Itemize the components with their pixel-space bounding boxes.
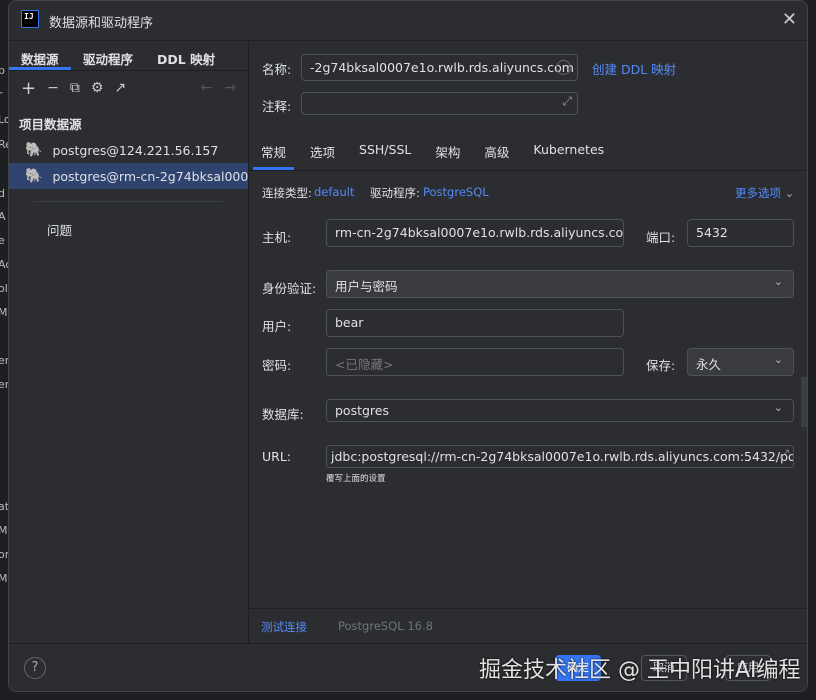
tab-schemas[interactable]: 架构: [423, 133, 472, 170]
chevron-down-icon: ⌄: [784, 186, 795, 200]
tab-kubernetes[interactable]: Kubernetes: [521, 133, 616, 170]
port-label: 端口:: [646, 230, 676, 245]
dialog-button-bar: ? 确定 取消 应用 掘金技术社区 @ 王中阳讲AI编程: [9, 643, 807, 691]
tab-options[interactable]: 选项: [298, 133, 347, 170]
postgresql-elephant-icon: 🐘: [25, 142, 43, 158]
close-icon[interactable]: ✕: [782, 9, 797, 30]
comment-input[interactable]: ⤢: [301, 92, 578, 115]
tab-advanced[interactable]: 高级: [472, 133, 521, 170]
export-icon[interactable]: ↗: [114, 80, 126, 96]
datasource-label: postgres@rm-cn-2g74bksal0007e1o: [52, 168, 248, 184]
auth-select[interactable]: 用户与密码 ⌄: [326, 270, 794, 298]
more-options-link[interactable]: 更多选项 ⌄: [735, 185, 794, 201]
comment-label: 注释:: [262, 99, 292, 114]
database-select[interactable]: postgres ⌄: [326, 399, 794, 422]
name-input[interactable]: -2g74bksal0007e1o.rwlb.rds.aliyuncs.com: [301, 54, 578, 81]
forward-arrow-icon[interactable]: →: [224, 80, 236, 96]
issues-item[interactable]: 问题: [9, 202, 248, 239]
password-input[interactable]: <已隐藏>: [326, 348, 624, 376]
save-select[interactable]: 永久 ⌄: [687, 348, 794, 376]
port-input[interactable]: 5432: [687, 219, 794, 247]
intellij-logo-icon: IJ: [21, 10, 39, 28]
host-input[interactable]: rm-cn-2g74bksal0007e1o.rwlb.rds.aliyuncs…: [326, 219, 624, 247]
create-ddl-mapping-link[interactable]: 创建 DDL 映射: [592, 59, 676, 78]
auth-value: 用户与密码: [335, 279, 398, 294]
right-footer: 测试连接 PostgreSQL 16.8: [249, 608, 807, 643]
scrollbar[interactable]: [801, 377, 807, 427]
gear-icon[interactable]: ⚙: [91, 80, 104, 96]
postgresql-elephant-icon: 🐘: [25, 168, 43, 184]
save-value: 永久: [696, 357, 722, 372]
connection-type-label: 连接类型:: [262, 186, 312, 200]
dialog-title: 数据源和驱动程序: [49, 16, 154, 31]
bg-fragment: b: [0, 64, 5, 77]
datasource-item-selected[interactable]: 🐘 postgres@rm-cn-2g74bksal0007e1o: [9, 163, 248, 189]
connection-type-link[interactable]: default: [314, 185, 354, 199]
server-version: PostgreSQL 16.8: [338, 619, 433, 633]
chevron-down-icon: ⌄: [773, 401, 783, 414]
driver-link[interactable]: PostgreSQL: [423, 185, 489, 199]
datasource-item[interactable]: 🐘 postgres@124.221.56.157: [9, 137, 248, 163]
datasource-label: postgres@124.221.56.157: [52, 142, 219, 158]
ok-button[interactable]: 确定: [555, 655, 601, 681]
password-label: 密码:: [262, 358, 292, 373]
data-sources-dialog: IJ 数据源和驱动程序 ✕ 数据源 驱动程序 DDL 映射 + − ⧉ ⚙ ↗ …: [8, 0, 808, 692]
driver-label: 驱动程序:: [370, 186, 420, 200]
color-circle-icon[interactable]: [556, 60, 571, 75]
database-value: postgres: [335, 403, 389, 418]
chevron-down-icon: ⌄: [773, 275, 783, 288]
url-value: jdbc:postgresql://rm-cn-2g74bksal0007e1o…: [331, 449, 794, 464]
user-input[interactable]: bear: [326, 309, 624, 337]
tab-drivers[interactable]: 驱动程序: [71, 41, 145, 70]
left-toolbar: + − ⧉ ⚙ ↗ ← →: [9, 71, 248, 105]
url-input[interactable]: jdbc:postgresql://rm-cn-2g74bksal0007e1o…: [326, 445, 794, 468]
remove-icon[interactable]: −: [47, 80, 59, 96]
bg-fragment: e: [0, 234, 5, 247]
user-label: 用户:: [262, 319, 292, 334]
host-label: 主机:: [262, 230, 292, 245]
expand-icon[interactable]: ⤢: [779, 447, 789, 462]
right-panel: 名称: -2g74bksal0007e1o.rwlb.rds.aliyuncs.…: [249, 41, 807, 643]
tab-general[interactable]: 常规: [249, 133, 298, 170]
name-value: -2g74bksal0007e1o.rwlb.rds.aliyuncs.com: [310, 60, 574, 75]
cancel-button[interactable]: 取消: [641, 655, 687, 681]
settings-tabs: 常规 选项 SSH/SSL 架构 高级 Kubernetes: [249, 133, 807, 171]
bg-fragment: M: [0, 572, 8, 585]
bg-fragment: ol: [0, 282, 8, 295]
title-bar: IJ 数据源和驱动程序 ✕: [9, 1, 807, 41]
tab-data-sources[interactable]: 数据源: [9, 41, 71, 70]
left-tabs: 数据源 驱动程序 DDL 映射: [9, 41, 248, 71]
auth-label: 身份验证:: [262, 281, 317, 296]
bg-fragment: r: [0, 88, 3, 101]
more-options-text: 更多选项: [735, 186, 781, 200]
name-label: 名称:: [262, 62, 292, 77]
tab-ddl-mappings[interactable]: DDL 映射: [145, 41, 227, 70]
back-arrow-icon[interactable]: ←: [201, 80, 213, 96]
url-hint: 覆写上面的设置: [326, 474, 386, 484]
bg-fragment: M: [0, 524, 8, 537]
chevron-down-icon: ⌄: [773, 353, 783, 366]
save-label: 保存:: [646, 358, 676, 373]
bg-fragment: d: [0, 187, 5, 200]
database-label: 数据库:: [262, 407, 304, 422]
expand-icon[interactable]: ⤢: [562, 94, 572, 109]
test-connection-link[interactable]: 测试连接: [261, 619, 307, 635]
add-icon[interactable]: +: [21, 78, 36, 99]
copy-icon[interactable]: ⧉: [70, 80, 80, 96]
help-icon[interactable]: ?: [24, 657, 46, 679]
left-panel: 数据源 驱动程序 DDL 映射 + − ⧉ ⚙ ↗ ← → 项目数据源 🐘 po…: [9, 41, 249, 643]
url-label: URL:: [262, 449, 292, 464]
bg-fragment: A: [0, 210, 6, 223]
bg-fragment: M: [0, 306, 8, 319]
apply-button[interactable]: 应用: [725, 655, 771, 681]
section-project-data-sources: 项目数据源: [19, 117, 82, 132]
tab-ssh-ssl[interactable]: SSH/SSL: [347, 133, 423, 170]
